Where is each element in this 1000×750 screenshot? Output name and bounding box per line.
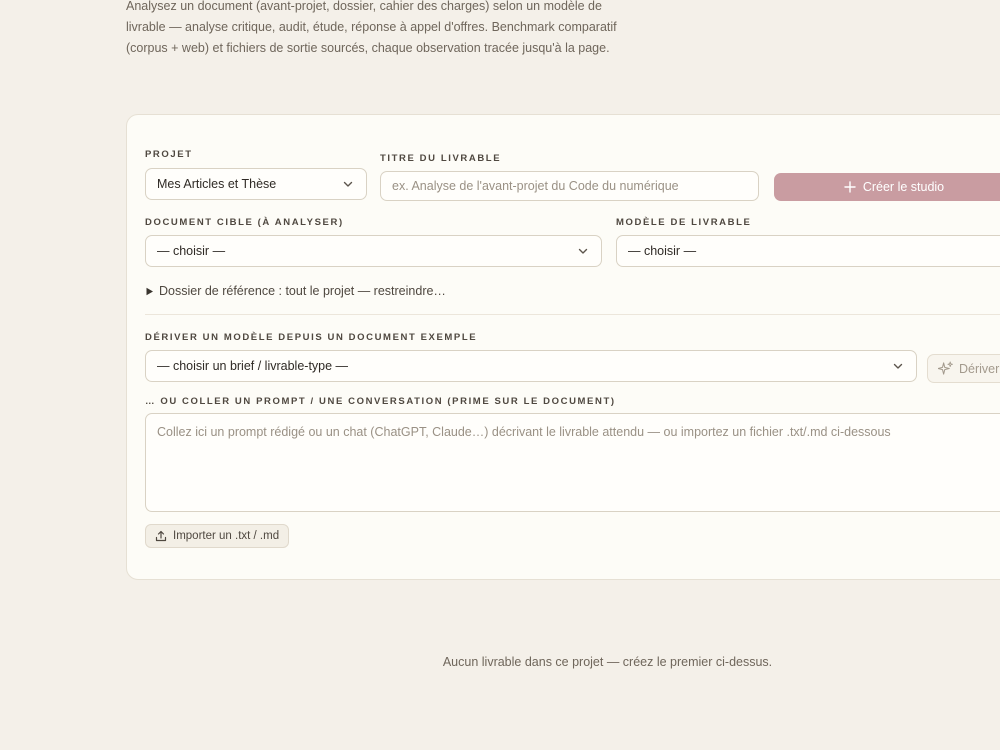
create-studio-button[interactable]: Créer le studio: [774, 173, 1000, 201]
plus-icon: [844, 181, 856, 193]
import-file-button[interactable]: Importer un .txt / .md: [145, 524, 290, 548]
derive-model-label: DÉRIVER UN MODÈLE DEPUIS UN DOCUMENT EXE…: [145, 332, 478, 343]
deliverable-title-input[interactable]: ex. Analyse de l'avant-projet du Code du…: [380, 171, 759, 201]
section-divider: [145, 314, 1000, 315]
project-label: PROJET: [145, 149, 193, 160]
triangle-right-icon: [146, 287, 153, 295]
empty-state-message: Aucun livrable dans ce projet — créez le…: [442, 655, 773, 669]
upload-icon: [155, 530, 167, 542]
create-studio-label: Créer le studio: [862, 180, 945, 194]
deliverable-model-value: — choisir —: [628, 244, 697, 258]
derive-button[interactable]: Dériver: [927, 354, 1000, 383]
chevron-down-icon: [893, 363, 903, 369]
example-document-value: — choisir un brief / livrable-type —: [157, 359, 349, 373]
import-file-label: Importer un .txt / .md: [173, 530, 280, 542]
chevron-down-icon: [578, 248, 588, 254]
page-description: Analysez un document (avant-projet, doss…: [126, 0, 617, 55]
reference-folder-toggle[interactable]: Dossier de référence : tout le projet — …: [145, 284, 446, 298]
deliverable-model-select[interactable]: — choisir —: [616, 235, 1000, 267]
derive-button-label: Dériver: [959, 361, 1000, 376]
prompt-textarea-placeholder: Collez ici un prompt rédigé ou un chat (…: [157, 425, 891, 439]
prompt-textarea[interactable]: Collez ici un prompt rédigé ou un chat (…: [145, 413, 1000, 512]
deliverable-title-placeholder: ex. Analyse de l'avant-projet du Code du…: [392, 179, 679, 193]
deliverable-model-label: MODÈLE DE LIVRABLE: [616, 217, 752, 228]
chevron-down-icon: [343, 181, 353, 187]
reference-folder-label: Dossier de référence : tout le projet — …: [159, 284, 446, 298]
target-document-value: — choisir —: [157, 244, 226, 258]
target-document-label: DOCUMENT CIBLE (À ANALYSER): [145, 217, 344, 228]
project-select[interactable]: Mes Articles et Thèse: [145, 168, 367, 200]
target-document-select[interactable]: — choisir —: [145, 235, 602, 267]
sparkle-icon: [938, 361, 953, 375]
paste-prompt-label: … OU COLLER UN PROMPT / UNE CONVERSATION…: [145, 396, 616, 407]
example-document-select[interactable]: — choisir un brief / livrable-type —: [145, 350, 917, 382]
create-studio-form: PROJET Mes Articles et Thèse TITRE DU LI…: [126, 114, 1000, 580]
deliverable-title-label: TITRE DU LIVRABLE: [380, 153, 502, 164]
project-select-value: Mes Articles et Thèse: [157, 177, 277, 191]
